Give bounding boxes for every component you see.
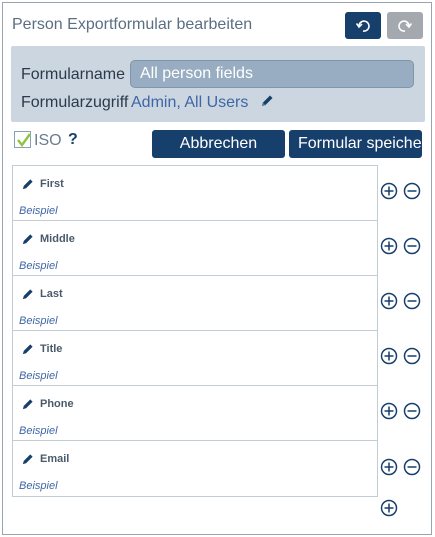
pencil-icon[interactable] xyxy=(21,343,34,361)
iso-label: ISO xyxy=(34,132,62,149)
field-list: First Beispiel Middle Beispiel Last Beis… xyxy=(12,165,378,497)
row-controls-first xyxy=(380,182,424,202)
field-name: Phone xyxy=(40,398,74,410)
field-row-first: First Beispiel xyxy=(13,166,377,221)
cancel-button[interactable]: Abbrechen xyxy=(152,130,285,158)
pencil-icon[interactable] xyxy=(21,288,34,306)
field-row-email: Email Beispiel xyxy=(13,441,377,496)
row-controls-middle xyxy=(380,237,424,257)
iso-checkbox[interactable] xyxy=(14,131,31,148)
add-circle-icon[interactable] xyxy=(380,182,398,200)
form-access-label: Formularzugriff xyxy=(21,94,129,111)
help-icon[interactable]: ? xyxy=(68,131,78,149)
field-example: Beispiel xyxy=(19,425,58,437)
undo-button[interactable] xyxy=(345,12,381,39)
row-controls-phone xyxy=(380,402,424,422)
field-name: Title xyxy=(40,343,63,355)
export-form-panel: Person Exportformular bearbeiten Formula… xyxy=(2,2,432,535)
save-form-button[interactable]: Formular speichern xyxy=(289,130,422,158)
form-settings: Formularname Formularzugriff Admin, All … xyxy=(11,46,425,122)
row-controls-title xyxy=(380,347,424,367)
redo-button[interactable] xyxy=(387,12,423,39)
remove-circle-icon[interactable] xyxy=(403,292,421,310)
pencil-icon[interactable] xyxy=(260,94,274,113)
field-example: Beispiel xyxy=(19,480,58,492)
remove-circle-icon[interactable] xyxy=(403,237,421,255)
add-circle-icon[interactable] xyxy=(380,458,398,476)
field-row-phone: Phone Beispiel xyxy=(13,386,377,441)
pencil-icon[interactable] xyxy=(21,233,34,251)
add-circle-icon[interactable] xyxy=(380,292,398,310)
pencil-icon[interactable] xyxy=(21,398,34,416)
field-row-title: Title Beispiel xyxy=(13,331,377,386)
remove-circle-icon[interactable] xyxy=(403,458,421,476)
field-name: Middle xyxy=(40,233,75,245)
add-circle-icon[interactable] xyxy=(380,347,398,365)
add-circle-icon[interactable] xyxy=(380,402,398,420)
remove-circle-icon[interactable] xyxy=(403,402,421,420)
field-name: Last xyxy=(40,288,63,300)
row-controls-last xyxy=(380,292,424,312)
checkmark-icon xyxy=(17,133,31,147)
pencil-icon[interactable] xyxy=(21,453,34,471)
redo-icon xyxy=(398,19,412,32)
remove-circle-icon[interactable] xyxy=(403,182,421,200)
row-controls-email xyxy=(380,458,424,478)
field-example: Beispiel xyxy=(19,315,58,327)
field-row-last: Last Beispiel xyxy=(13,276,377,331)
add-field-icon[interactable] xyxy=(380,499,398,517)
add-circle-icon[interactable] xyxy=(380,237,398,255)
undo-icon xyxy=(356,19,370,32)
remove-circle-icon[interactable] xyxy=(403,347,421,365)
field-example: Beispiel xyxy=(19,370,58,382)
form-name-input[interactable] xyxy=(130,60,414,88)
field-row-middle: Middle Beispiel xyxy=(13,221,377,276)
field-example: Beispiel xyxy=(19,260,58,272)
form-access-link[interactable]: Admin, All Users xyxy=(131,94,248,112)
form-name-label: Formularname xyxy=(21,66,126,83)
field-name: Email xyxy=(40,453,70,465)
pencil-icon[interactable] xyxy=(21,178,34,196)
field-example: Beispiel xyxy=(19,205,58,217)
field-name: First xyxy=(40,178,64,190)
page-title: Person Exportformular bearbeiten xyxy=(12,16,253,33)
